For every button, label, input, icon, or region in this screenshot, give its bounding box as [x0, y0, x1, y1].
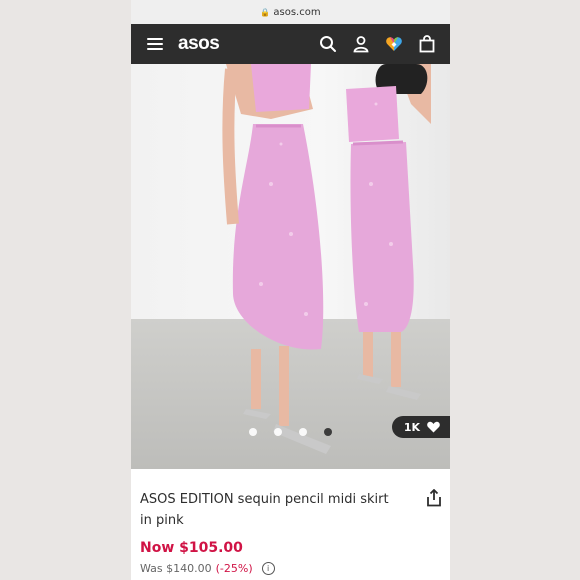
info-icon[interactable]: i — [261, 562, 275, 575]
lock-icon: 🔒 — [260, 7, 271, 17]
discount-label: (-25%) — [215, 562, 253, 575]
product-info: ASOS EDITION sequin pencil midi skirt in… — [131, 469, 450, 580]
gallery-dot[interactable] — [249, 428, 257, 436]
models-illustration — [222, 64, 431, 454]
product-image[interactable]: 1K — [131, 64, 450, 469]
browser-url-bar[interactable]: 🔒 asos.com — [131, 0, 450, 24]
gallery-dots — [249, 428, 332, 436]
was-price: Was $140.00 — [140, 562, 212, 575]
site-logo[interactable]: asos — [178, 33, 220, 55]
gallery-dot[interactable] — [299, 428, 307, 436]
current-price: Now $105.00 — [140, 540, 243, 556]
gallery-dot[interactable] — [274, 428, 282, 436]
site-header: asos — [131, 24, 450, 64]
saved-items-icon[interactable] — [384, 34, 404, 54]
search-icon[interactable] — [318, 34, 338, 54]
phone-screen: 🔒 asos.com asos 1K ASOS EDITION sequin p… — [131, 0, 450, 580]
product-title: ASOS EDITION sequin pencil midi skirt in… — [140, 492, 389, 528]
likes-badge[interactable]: 1K — [391, 416, 450, 438]
account-icon[interactable] — [351, 34, 371, 54]
likes-count: 1K — [403, 420, 420, 434]
share-icon[interactable] — [426, 488, 442, 507]
menu-icon[interactable] — [147, 38, 163, 50]
was-price-row: Was $140.00 (-25%) i — [140, 562, 275, 575]
url-text: asos.com — [273, 6, 321, 18]
bag-icon[interactable] — [417, 34, 437, 54]
heart-icon — [427, 421, 440, 433]
gallery-dot[interactable] — [324, 428, 332, 436]
